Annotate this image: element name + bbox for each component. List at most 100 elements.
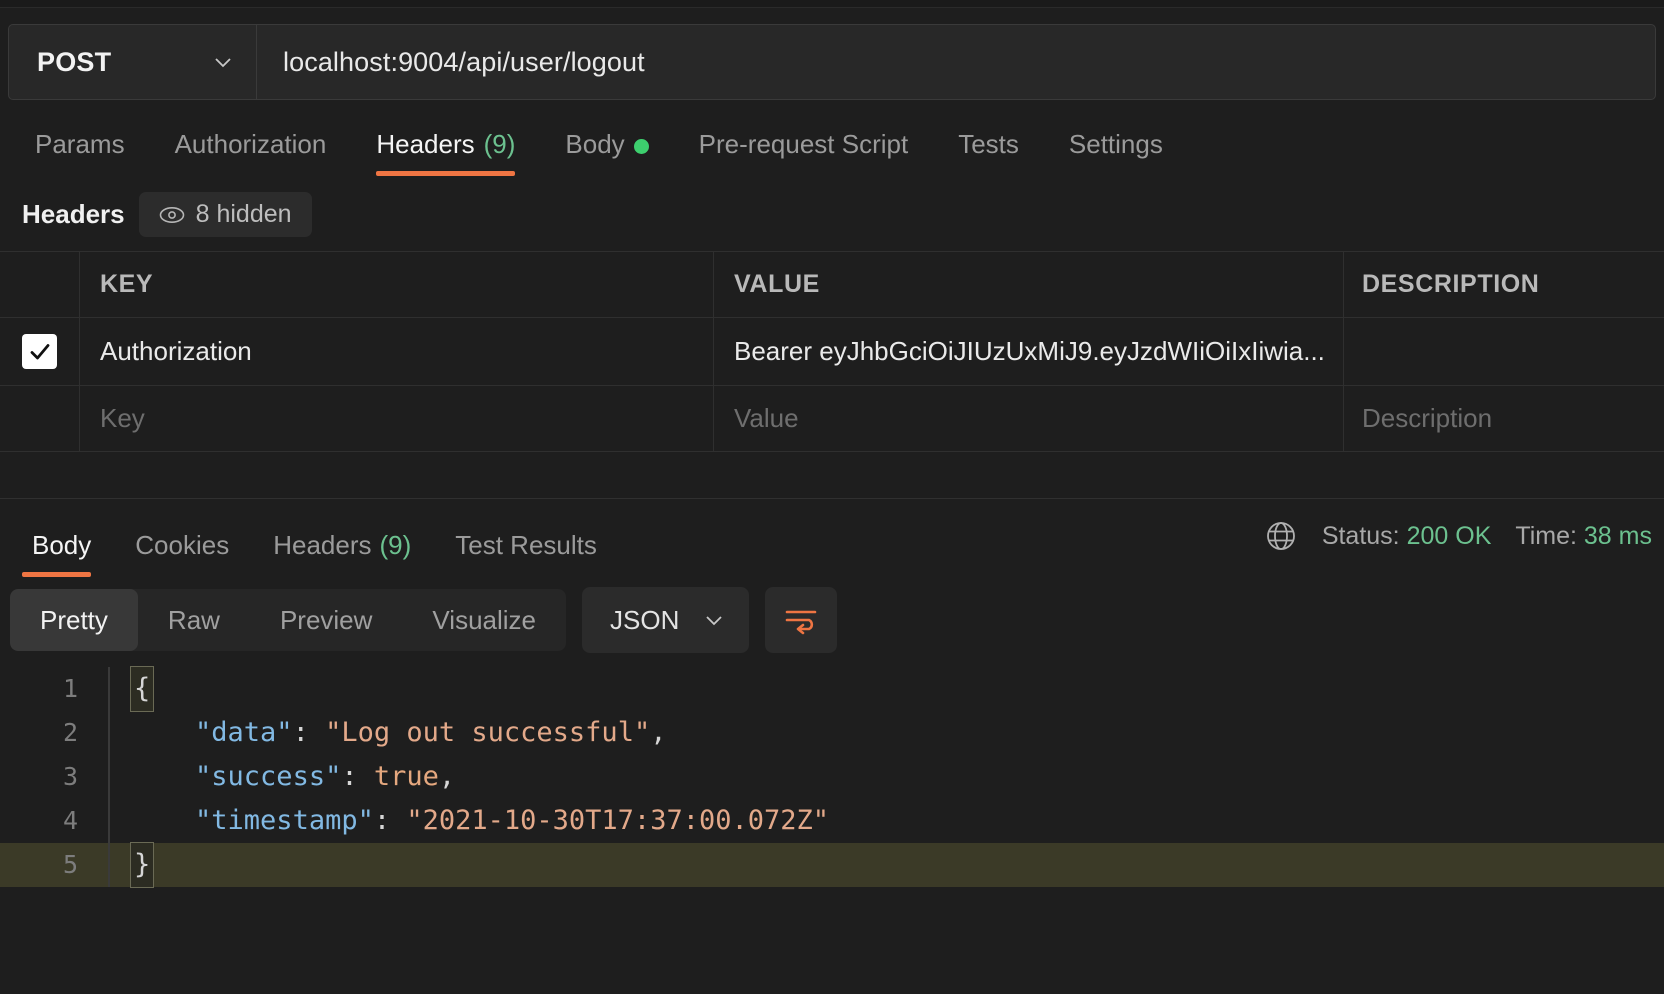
http-method-label: POST — [37, 46, 112, 77]
line-number: 5 — [62, 850, 78, 879]
code-line: 2 "data": "Log out successful", — [0, 711, 1664, 755]
code-line-text: "timestamp": "2021-10-30T17:37:00.072Z" — [110, 799, 829, 843]
request-tab-params-label: Params — [35, 129, 125, 159]
code-token: "2021-10-30T17:37:00.072Z" — [406, 805, 829, 836]
line-number: 2 — [62, 718, 78, 747]
request-tab-settings-label: Settings — [1068, 129, 1163, 159]
code-token: "Log out successful" — [325, 717, 651, 748]
code-token: : — [341, 761, 374, 792]
request-tab-pre-request-script[interactable]: Pre-request Script — [674, 129, 934, 176]
header-description-cell[interactable] — [1344, 318, 1664, 385]
request-tab-settings[interactable]: Settings — [1044, 129, 1188, 176]
time-label: Time: — [1515, 521, 1577, 550]
postman-request-response-view: POST localhost:9004/api/user/logout Para… — [0, 0, 1664, 994]
header-key-cell[interactable]: Authorization — [80, 318, 714, 385]
request-tab-tests-label: Tests — [958, 129, 1019, 159]
code-token: true — [373, 761, 439, 792]
line-number: 1 — [62, 674, 78, 703]
header-row-check-column — [0, 252, 80, 317]
code-line-text: } — [110, 842, 155, 888]
http-method-selector[interactable]: POST — [9, 25, 257, 99]
request-tab-pre-request-script-label: Pre-request Script — [698, 129, 909, 159]
code-line-active: 5 } — [0, 842, 1664, 888]
time-value: 38 ms — [1583, 521, 1652, 550]
response-tab-headers-label: Headers — [273, 530, 372, 560]
body-present-indicator-icon — [633, 139, 649, 154]
request-url-bar: POST localhost:9004/api/user/logout — [8, 24, 1656, 100]
response-tab-body-label: Body — [32, 530, 92, 560]
chevron-down-icon — [703, 609, 725, 631]
response-tab-body[interactable]: Body — [10, 530, 113, 577]
view-mode-visualize[interactable]: Visualize — [402, 589, 566, 651]
code-line: 4 "timestamp": "2021-10-30T17:37:00.072Z… — [0, 799, 1664, 843]
headers-table: KEY VALUE DESCRIPTION Authorization Bear… — [0, 251, 1664, 452]
headers-table-header-row: KEY VALUE DESCRIPTION — [0, 252, 1664, 318]
response-tab-test-results-label: Test Results — [455, 530, 597, 560]
response-tab-cookies[interactable]: Cookies — [113, 530, 251, 577]
code-line-text: "data": "Log out successful", — [110, 711, 666, 755]
view-mode-raw[interactable]: Raw — [138, 589, 250, 651]
view-mode-pretty[interactable]: Pretty — [10, 589, 138, 651]
column-header-value: VALUE — [714, 252, 1344, 317]
request-tab-headers-label: Headers — [376, 129, 475, 159]
response-tab-test-results[interactable]: Test Results — [433, 530, 619, 577]
line-number: 4 — [62, 806, 78, 835]
request-tab-params[interactable]: Params — [10, 129, 150, 176]
request-tab-headers-count: (9) — [483, 129, 516, 159]
response-tab-bar: Body Cookies Headers (9) Test Results St… — [0, 499, 1664, 577]
status-value: 200 OK — [1406, 521, 1492, 550]
request-tab-authorization[interactable]: Authorization — [150, 129, 352, 176]
word-wrap-icon — [783, 605, 819, 635]
response-tabs: Body Cookies Headers (9) Test Results — [10, 499, 619, 577]
response-body-code-viewer[interactable]: 1 { 2 "data": "Log out successful", 3 "s… — [0, 666, 1664, 888]
row-enabled-checkbox-empty[interactable] — [0, 386, 80, 451]
request-tab-authorization-label: Authorization — [174, 129, 327, 159]
response-spacer — [0, 452, 1664, 498]
view-mode-preview[interactable]: Preview — [250, 589, 402, 651]
header-key-input[interactable]: Key — [80, 386, 714, 451]
request-tab-tests[interactable]: Tests — [933, 129, 1044, 176]
request-tab-body[interactable]: Body — [540, 129, 673, 176]
header-value-cell[interactable]: Bearer eyJhbGciOiJIUzUxMiJ9.eyJzdWIiOiIx… — [714, 318, 1344, 385]
code-token: "data" — [195, 717, 293, 748]
time-badge: Time: 38 ms — [1515, 522, 1652, 551]
status-label: Status: — [1321, 521, 1400, 550]
checkbox-checked-icon — [22, 334, 57, 369]
code-token: "success" — [195, 761, 342, 792]
header-value-text: Bearer eyJhbGciOiJIUzUxMiJ9.eyJzdWIiOiIx… — [734, 336, 1325, 366]
window-top-strip — [0, 0, 1664, 8]
row-enabled-checkbox[interactable] — [0, 318, 80, 385]
response-view-mode-group: Pretty Raw Preview Visualize — [10, 589, 567, 651]
request-tab-headers[interactable]: Headers (9) — [351, 129, 540, 176]
status-badge: Status: 200 OK — [1322, 522, 1492, 551]
hidden-headers-toggle[interactable]: 8 hidden — [138, 192, 312, 237]
code-line: 1 { — [0, 666, 1664, 712]
headers-section-bar: Headers 8 hidden — [0, 176, 1664, 251]
word-wrap-toggle-button[interactable] — [765, 587, 838, 653]
brace-match: } — [130, 842, 155, 888]
headers-section-title: Headers — [22, 199, 125, 229]
table-row-empty[interactable]: Key Value Description — [0, 386, 1664, 452]
response-tab-headers[interactable]: Headers (9) — [251, 530, 433, 577]
header-description-input[interactable]: Description — [1344, 386, 1664, 451]
request-tab-body-label: Body — [565, 129, 625, 159]
response-tab-headers-count: (9) — [379, 530, 412, 560]
response-tab-cookies-label: Cookies — [135, 530, 230, 560]
brace-match: { — [130, 666, 155, 712]
code-token: : — [373, 805, 407, 836]
response-meta: Status: 200 OK Time: 38 ms — [1264, 519, 1652, 557]
response-language-label: JSON — [610, 604, 680, 635]
request-tab-bar: Params Authorization Headers (9) Body Pr… — [0, 114, 1664, 176]
header-value-input[interactable]: Value — [714, 386, 1344, 451]
line-number: 3 — [62, 762, 78, 791]
code-line: 3 "success": true, — [0, 755, 1664, 799]
code-token: , — [650, 717, 667, 748]
table-row[interactable]: Authorization Bearer eyJhbGciOiJIUzUxMiJ… — [0, 318, 1664, 386]
response-language-selector[interactable]: JSON — [582, 587, 750, 653]
globe-icon[interactable] — [1264, 519, 1298, 553]
request-url-input[interactable]: localhost:9004/api/user/logout — [257, 25, 1655, 99]
column-header-key: KEY — [80, 252, 714, 317]
